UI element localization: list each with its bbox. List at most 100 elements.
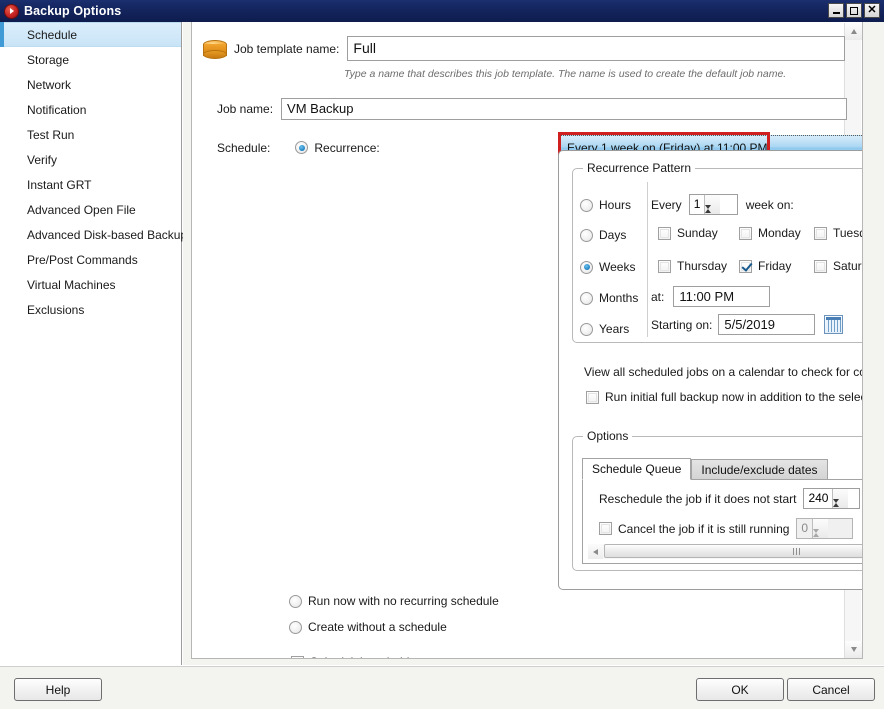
sidebar-item-verify[interactable]: Verify [0,147,181,172]
options-tabstrip: Schedule Queue Include/exclude dates [582,458,828,480]
checkbox-tuesday[interactable] [814,226,827,240]
starting-on-row: Starting on: 5/5/2019 [651,314,844,335]
settings-sidebar: Schedule Storage Network Notification Te… [0,22,187,665]
radio-months[interactable] [580,291,593,305]
scroll-left-button[interactable] [588,544,603,559]
interval-value: 1 [693,197,701,211]
database-cylinder-icon [202,38,228,60]
job-template-hint-row: Type a name that describes this job temp… [344,68,786,80]
job-name-input[interactable]: VM Backup [281,98,848,120]
checkbox-monday[interactable] [739,226,752,240]
reschedule-prefix: Reschedule the job if it does not start [599,491,797,506]
hscroll-thumb[interactable] [604,544,862,558]
sidebar-item-label: Advanced Disk-based Backup [27,227,188,242]
cancel-stepper[interactable]: 0 [796,518,854,547]
sidebar-item-schedule[interactable]: Schedule [0,22,181,47]
sidebar-item-label: Storage [27,52,70,67]
cancel-value: 0 [801,521,809,535]
day-label: Tuesday [833,226,862,240]
sidebar-item-test-run[interactable]: Test Run [0,122,181,147]
unit-weeks-row[interactable]: Weeks [580,260,635,274]
sidebar-item-label: Schedule [27,27,78,42]
sidebar-item-advanced-open-file[interactable]: Advanced Open File [0,197,181,222]
job-template-row: Job template name: Full [202,36,846,61]
maximize-button[interactable] [846,3,862,18]
day-sunday[interactable]: Sunday [658,226,718,240]
recurrence-radio[interactable] [295,141,309,154]
radio-create-without-schedule[interactable] [289,620,302,634]
minimize-button[interactable] [828,3,844,18]
checkbox-saturday[interactable] [814,259,827,273]
day-saturday[interactable]: Saturday [814,259,862,273]
day-tuesday[interactable]: Tuesday [814,226,862,240]
window-title-bar: Backup Options ✕ [0,0,884,22]
hscroll-track[interactable] [603,544,862,559]
checkbox-cancel-job[interactable] [599,522,612,535]
at-label: at: [651,289,665,304]
create-without-schedule-row[interactable]: Create without a schedule [289,620,447,634]
job-template-input[interactable]: Full [347,36,846,61]
sidebar-item-exclusions[interactable]: Exclusions [0,297,181,322]
cancel-prefix: Cancel the job if it is still running [618,521,790,536]
checkbox-sunday[interactable] [658,226,671,240]
starting-on-input[interactable]: 5/5/2019 [718,314,816,335]
options-horizontal-scrollbar[interactable] [588,544,862,559]
checkbox-submit-on-hold[interactable] [291,655,304,658]
ok-button[interactable]: OK [696,678,784,701]
tab-label: Schedule Queue [592,462,682,476]
sidebar-item-advanced-disk-based-backup[interactable]: Advanced Disk-based Backup [0,222,187,247]
sidebar-item-virtual-machines[interactable]: Virtual Machines [0,272,181,297]
sidebar-item-notification[interactable]: Notification [0,97,181,122]
radio-run-now[interactable] [289,594,302,608]
scroll-down-button[interactable] [845,641,862,658]
help-button[interactable]: Help [14,678,102,701]
unit-hours-row[interactable]: Hours [580,198,631,212]
run-now-row[interactable]: Run now with no recurring schedule [289,594,499,608]
run-now-label: Run now with no recurring schedule [308,594,499,608]
day-thursday[interactable]: Thursday [658,259,727,273]
day-friday[interactable]: Friday [739,259,791,273]
reschedule-stepper[interactable]: 240 [803,488,861,517]
sidebar-item-label: Instant GRT [27,177,92,192]
scroll-up-button[interactable] [845,23,862,40]
checkbox-friday[interactable] [739,259,752,273]
reschedule-value: 240 [808,491,829,505]
unit-days-row[interactable]: Days [580,228,626,242]
checkbox-initial-full-backup[interactable] [586,390,599,404]
schedule-page: Job template name: Full Type a name that… [191,22,863,659]
sidebar-item-instant-grt[interactable]: Instant GRT [0,172,181,197]
sidebar-item-pre-post-commands[interactable]: Pre/Post Commands [0,247,181,272]
create-without-schedule-label: Create without a schedule [308,620,447,634]
interval-decrement[interactable] [705,205,720,223]
schedule-queue-panel: Reschedule the job if it does not start … [582,479,862,564]
tab-schedule-queue[interactable]: Schedule Queue [582,458,692,480]
unit-months-row[interactable]: Months [580,291,638,305]
at-time-input[interactable]: 11:00 PM [673,286,771,307]
radio-years[interactable] [580,322,593,336]
schedule-label: Schedule: [217,140,271,155]
day-monday[interactable]: Monday [739,226,801,240]
sidebar-item-network[interactable]: Network [0,72,181,97]
radio-hours[interactable] [580,198,593,212]
sidebar-item-storage[interactable]: Storage [0,47,181,72]
cancel-button[interactable]: Cancel [787,678,875,701]
reschedule-decrement[interactable] [833,499,848,517]
starting-on-label: Starting on: [651,317,713,332]
close-button[interactable]: ✕ [864,3,880,18]
unit-years-row[interactable]: Years [580,322,629,336]
radio-days[interactable] [580,228,593,242]
tab-include-exclude-dates[interactable]: Include/exclude dates [691,459,828,480]
checkbox-thursday[interactable] [658,259,671,273]
interval-stepper[interactable]: 1 [688,194,738,223]
group-divider [647,182,648,337]
sidebar-item-label: Verify [27,152,58,167]
radio-weeks[interactable] [580,260,593,274]
main-panel: Job template name: Full Type a name that… [183,22,884,665]
initial-full-backup-row[interactable]: Run initial full backup now in addition … [586,390,862,404]
sidebar-item-label: Advanced Open File [27,202,136,217]
day-label: Thursday [677,259,728,273]
schedule-row: Schedule: Recurrence: [217,135,380,160]
unit-label: Months [599,291,639,305]
calendar-picker-icon[interactable] [824,315,844,334]
submit-job-on-hold-row[interactable]: Submit job on hold [291,655,409,658]
